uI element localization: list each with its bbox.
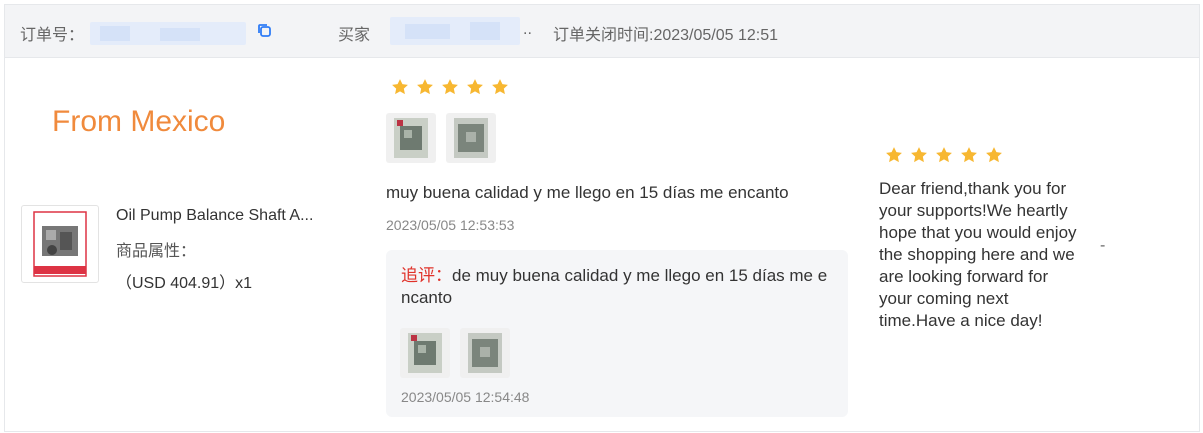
star-icon: [417, 79, 433, 95]
review-text: muy buena calidad y me llego en 15 días …: [386, 183, 789, 202]
copy-icon[interactable]: [257, 23, 271, 37]
followup-image-1[interactable]: [400, 328, 450, 378]
product-attributes-label: 商品属性：: [116, 243, 197, 260]
star-icon: [886, 147, 902, 163]
followup-tag: 追评：: [401, 266, 452, 285]
followup-time: 2023/05/05 12:54:48: [401, 389, 530, 405]
seller-reply-text: Dear friend,thank you for your supports!…: [879, 179, 1077, 330]
followup-text-block: 追评：de muy buena calidad y me llego en 15…: [401, 265, 833, 309]
review-image-1[interactable]: [386, 113, 436, 163]
review-image-2[interactable]: [446, 113, 496, 163]
order-close-time: 订单关闭时间:2023/05/05 12:51: [553, 27, 779, 44]
review-time: 2023/05/05 12:53:53: [386, 217, 515, 233]
order-number-redacted: [90, 22, 246, 45]
product-thumbnail[interactable]: [21, 205, 99, 283]
order-number-label: 订单号：: [20, 27, 85, 44]
star-icon: [467, 79, 483, 95]
order-card: 订单号： 买家 .. 订单关闭时间:2023/05/05 12:51 From …: [4, 4, 1200, 432]
buyer-label: 买家: [338, 27, 371, 44]
star-icon: [986, 147, 1002, 163]
star-icon: [492, 79, 508, 95]
star-icon: [442, 79, 458, 95]
order-header: 订单号： 买家 .. 订单关闭时间:2023/05/05 12:51: [5, 5, 1199, 58]
star-icon: [936, 147, 952, 163]
followup-review: 追评：de muy buena calidad y me llego en 15…: [386, 250, 848, 417]
product-price: （USD 404.91）x1: [116, 275, 253, 292]
followup-image-2[interactable]: [460, 328, 510, 378]
buyer-name-redacted: [390, 17, 520, 45]
product-image: [33, 211, 87, 277]
buyer-name-ellipsis: ..: [523, 21, 532, 38]
star-icon: [911, 147, 927, 163]
origin-country: From Mexico: [52, 105, 226, 138]
star-icon: [392, 79, 408, 95]
followup-text: de muy buena calidad y me llego en 15 dí…: [401, 266, 828, 307]
seller-reply-rating: [884, 145, 1004, 165]
star-icon: [961, 147, 977, 163]
action-placeholder: -: [1100, 237, 1106, 254]
review-rating: [390, 77, 510, 97]
product-title[interactable]: Oil Pump Balance Shaft A...: [116, 207, 346, 225]
